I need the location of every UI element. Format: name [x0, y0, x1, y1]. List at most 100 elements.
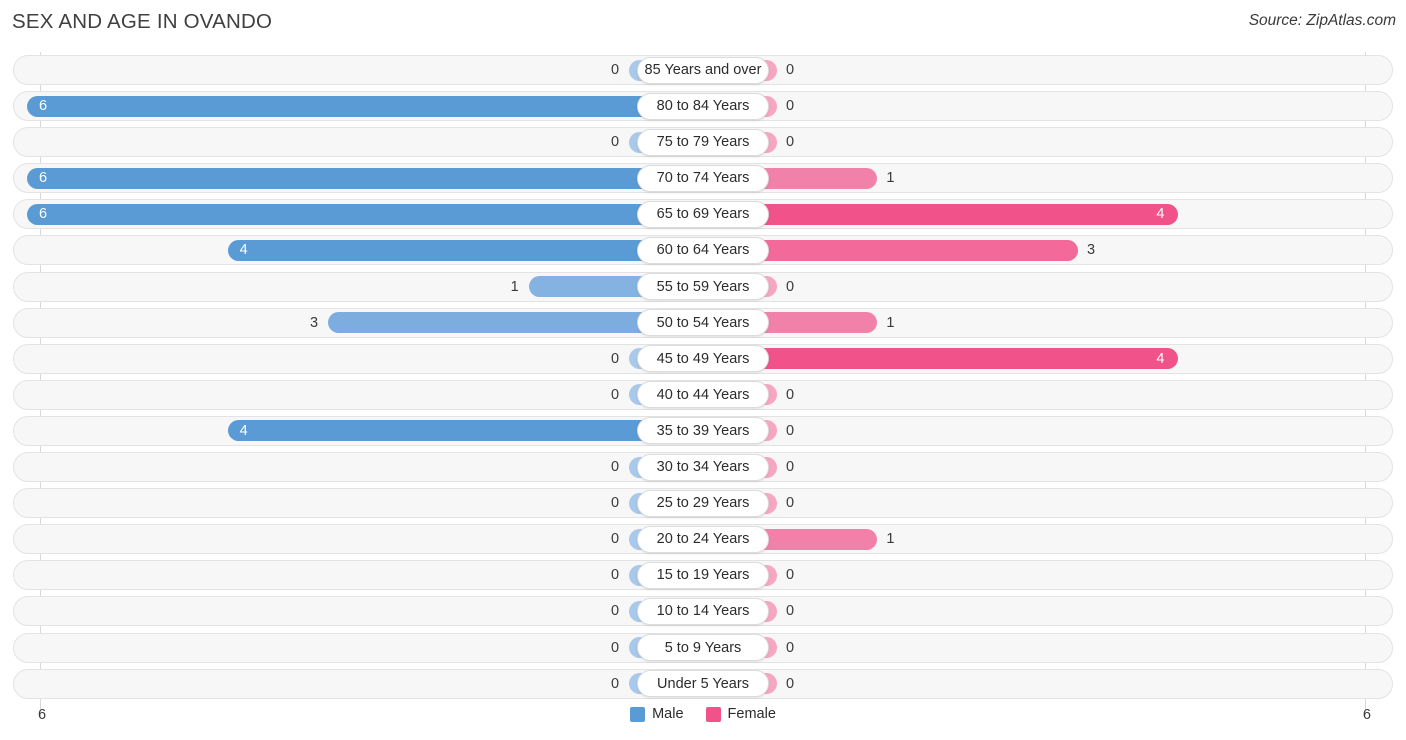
- page-title: SEX AND AGE IN OVANDO: [12, 10, 273, 33]
- female-value-label: 1: [886, 170, 895, 187]
- female-value-label: 4: [1156, 206, 1165, 223]
- male-value-label: 6: [39, 170, 48, 187]
- age-group-pill[interactable]: 75 to 79 Years: [637, 128, 769, 156]
- female-value-label: 0: [786, 134, 795, 151]
- age-group-row: 0 4 45 to 49 Years: [0, 341, 1406, 377]
- male-value-label: 1: [510, 278, 519, 295]
- male-value-label: 0: [611, 350, 620, 367]
- female-value-label: 0: [786, 422, 795, 439]
- age-group-pill[interactable]: 5 to 9 Years: [637, 634, 769, 661]
- age-group-row: 0 0 40 to 44 Years: [0, 377, 1406, 413]
- age-group-label: 35 to 39 Years: [656, 422, 750, 439]
- age-group-pill[interactable]: 40 to 44 Years: [637, 381, 769, 409]
- age-group-label: 25 to 29 Years: [656, 495, 750, 512]
- male-value-label: 6: [39, 98, 48, 115]
- age-group-label: Under 5 Years: [657, 675, 749, 692]
- male-value-label: 0: [611, 639, 620, 656]
- age-group-label: 70 to 74 Years: [656, 170, 750, 187]
- age-group-pill[interactable]: 45 to 49 Years: [637, 345, 769, 373]
- age-group-row: 4 0 35 to 39 Years: [0, 413, 1406, 449]
- age-group-label: 55 to 59 Years: [656, 278, 750, 295]
- source-attribution: Source: ZipAtlas.com: [1248, 12, 1396, 29]
- female-value-label: 0: [786, 567, 795, 584]
- age-group-label: 10 to 14 Years: [656, 603, 750, 620]
- female-value-label: 0: [786, 98, 795, 115]
- age-group-pill[interactable]: 20 to 24 Years: [637, 525, 769, 553]
- legend-swatch-female-icon: [705, 706, 721, 722]
- legend-label-male: Male: [652, 706, 684, 722]
- female-value-label: 0: [786, 459, 795, 476]
- age-group-pill[interactable]: 10 to 14 Years: [637, 597, 769, 625]
- female-bar[interactable]: [703, 348, 1179, 370]
- age-group-row: 6 1 70 to 74 Years: [0, 160, 1406, 196]
- female-value-label: 0: [786, 62, 795, 78]
- age-group-pill[interactable]: 30 to 34 Years: [637, 453, 769, 481]
- male-value-label: 0: [611, 459, 620, 476]
- age-group-pill[interactable]: 60 to 64 Years: [637, 236, 769, 264]
- age-group-label: 85 Years and over: [644, 62, 762, 78]
- age-group-row: 0 0 10 to 14 Years: [0, 593, 1406, 629]
- chart-legend: Male Female: [0, 706, 1406, 722]
- female-value-label: 0: [786, 675, 795, 692]
- age-group-label: 5 to 9 Years: [664, 639, 742, 656]
- age-group-row: 0 0 75 to 79 Years: [0, 124, 1406, 160]
- male-bar[interactable]: [27, 95, 703, 117]
- age-group-label: 15 to 19 Years: [656, 567, 750, 584]
- male-bar[interactable]: [227, 239, 703, 261]
- age-group-row: 6 4 65 to 69 Years: [0, 196, 1406, 232]
- male-value-label: 0: [611, 495, 620, 512]
- age-group-pill[interactable]: 15 to 19 Years: [637, 561, 769, 589]
- female-value-label: 0: [786, 386, 795, 403]
- age-group-label: 80 to 84 Years: [656, 98, 750, 115]
- age-group-row: 0 0 5 to 9 Years: [0, 630, 1406, 666]
- age-group-pill[interactable]: Under 5 Years: [637, 670, 769, 698]
- age-group-row: 6 0 80 to 84 Years: [0, 88, 1406, 124]
- male-bar[interactable]: [227, 420, 703, 442]
- age-group-label: 40 to 44 Years: [656, 386, 750, 403]
- age-group-row: 0 1 20 to 24 Years: [0, 521, 1406, 557]
- male-value-label: 4: [239, 242, 248, 259]
- age-group-label: 75 to 79 Years: [656, 134, 750, 151]
- legend-swatch-male-icon: [630, 706, 646, 722]
- age-group-row: 1 0 55 to 59 Years: [0, 269, 1406, 305]
- male-value-label: 0: [611, 567, 620, 584]
- age-group-pill[interactable]: 55 to 59 Years: [637, 273, 769, 301]
- male-value-label: 0: [611, 603, 620, 620]
- female-value-label: 0: [786, 603, 795, 620]
- male-value-label: 4: [239, 422, 248, 439]
- age-group-row: 3 1 50 to 54 Years: [0, 305, 1406, 341]
- female-bar[interactable]: [703, 203, 1179, 225]
- age-group-pill[interactable]: 70 to 74 Years: [637, 164, 769, 192]
- age-group-row: 0 0 25 to 29 Years: [0, 485, 1406, 521]
- legend-label-female: Female: [727, 706, 776, 722]
- age-group-pill[interactable]: 85 Years and over: [637, 56, 769, 84]
- age-group-label: 30 to 34 Years: [656, 459, 750, 476]
- male-bar[interactable]: [27, 203, 703, 225]
- legend-item-male[interactable]: Male: [630, 706, 684, 722]
- age-group-pill[interactable]: 65 to 69 Years: [637, 200, 769, 228]
- female-value-label: 1: [886, 314, 895, 331]
- female-value-label: 0: [786, 278, 795, 295]
- age-group-label: 60 to 64 Years: [656, 242, 750, 259]
- sex-and-age-chart: SEX AND AGE IN OVANDO Source: ZipAtlas.c…: [0, 0, 1406, 740]
- age-group-row: 0 0 30 to 34 Years: [0, 449, 1406, 485]
- female-value-label: 0: [786, 495, 795, 512]
- age-group-pill[interactable]: 35 to 39 Years: [637, 417, 769, 445]
- male-value-label: 0: [611, 134, 620, 151]
- male-bar[interactable]: [27, 167, 703, 189]
- age-group-label: 50 to 54 Years: [656, 314, 750, 331]
- male-value-label: 0: [611, 62, 620, 78]
- legend-item-female[interactable]: Female: [705, 706, 776, 722]
- female-value-label: 0: [786, 639, 795, 656]
- female-value-label: 4: [1156, 350, 1165, 367]
- male-value-label: 6: [39, 206, 48, 223]
- chart-footer: 6 6 Male Female: [0, 700, 1406, 740]
- male-value-label: 3: [310, 314, 319, 331]
- age-group-pill[interactable]: 25 to 29 Years: [637, 489, 769, 517]
- female-value-label: 3: [1087, 242, 1096, 259]
- male-value-label: 0: [611, 675, 620, 692]
- chart-header: SEX AND AGE IN OVANDO Source: ZipAtlas.c…: [0, 0, 1406, 48]
- age-group-row: 0 0 85 Years and over: [0, 52, 1406, 88]
- age-group-pill[interactable]: 50 to 54 Years: [637, 309, 769, 337]
- age-group-pill[interactable]: 80 to 84 Years: [637, 92, 769, 120]
